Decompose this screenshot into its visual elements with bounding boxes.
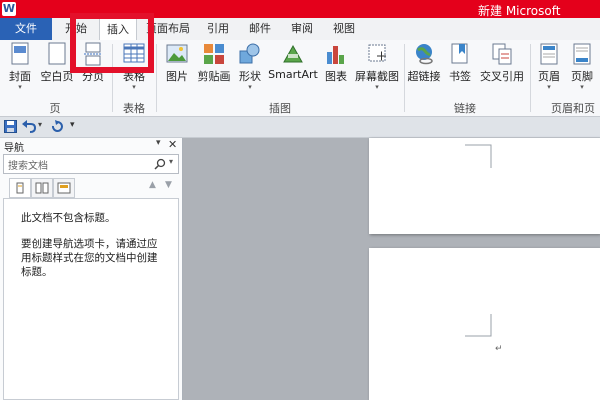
clipart-button[interactable]: 剪贴画 — [194, 42, 234, 84]
nav-pane-title: 导航 — [4, 143, 24, 154]
pages-thumbnail-icon — [35, 182, 49, 194]
cross-reference-button[interactable]: 交叉引用 — [478, 42, 526, 84]
margin-corner-mark — [465, 314, 492, 337]
bookmark-label: 书签 — [449, 70, 471, 83]
group-separator — [156, 44, 157, 112]
nav-help-text: 要创建导航选项卡，请通过应用标题样式在您的文档中创建标题。 — [21, 238, 158, 278]
dropdown-arrow-icon: ▾ — [375, 83, 379, 91]
shapes-button[interactable]: 形状 ▾ — [236, 42, 264, 91]
screenshot-button[interactable]: 屏幕截图 ▾ — [352, 42, 402, 91]
word-app-icon[interactable]: W — [2, 2, 16, 16]
bookmark-icon — [451, 43, 468, 64]
cover-page-icon — [11, 42, 29, 65]
tab-references[interactable]: 引用 — [200, 18, 236, 40]
undo-dropdown-icon[interactable]: ▾ — [38, 120, 42, 129]
highlight-annotation — [70, 13, 154, 73]
hyperlink-label: 超链接 — [407, 70, 441, 83]
smartart-button[interactable]: SmartArt — [266, 42, 320, 81]
tab-file[interactable]: 文件 — [0, 18, 52, 40]
group-separator — [404, 44, 405, 112]
next-result-icon[interactable]: ▼ — [165, 180, 172, 190]
paragraph-mark-icon: ↵ — [495, 344, 503, 354]
nav-pane-menu-icon[interactable]: ▾ — [156, 138, 161, 148]
browse-pages-tab[interactable] — [31, 178, 53, 198]
group-label-pages: 页 — [49, 102, 61, 115]
header-icon — [540, 43, 558, 65]
blank-page-icon — [48, 42, 66, 65]
bookmark-button[interactable]: 书签 — [445, 42, 475, 84]
quick-access-toolbar: ▾ ▾ — [0, 117, 600, 138]
header-label: 页眉 — [538, 70, 560, 83]
group-label-links: 链接 — [454, 102, 476, 115]
chart-icon — [327, 46, 344, 64]
screenshot-icon — [368, 44, 386, 62]
previous-result-icon[interactable]: ▲ — [149, 180, 156, 190]
cross-reference-icon — [492, 43, 512, 65]
tab-mailings[interactable]: 邮件 — [242, 18, 278, 40]
hyperlink-button[interactable]: 超链接 — [407, 42, 441, 84]
browse-results-tab[interactable] — [53, 178, 75, 198]
search-box[interactable]: 搜索文档 ▾ — [3, 154, 179, 174]
tab-view[interactable]: 视图 — [326, 18, 362, 40]
close-icon[interactable]: ✕ — [168, 138, 177, 151]
shapes-label: 形状 — [239, 70, 261, 83]
shapes-icon — [239, 43, 260, 64]
browse-headings-tab[interactable] — [9, 178, 31, 198]
footer-button[interactable]: 页脚 ▾ — [566, 42, 598, 91]
navigation-pane: 导航 ▾ ✕ 搜索文档 ▾ ▲ ▼ 此文档不包含标题。 要创建导航选项卡，请通过… — [0, 138, 183, 400]
tab-review[interactable]: 审阅 — [284, 18, 320, 40]
group-label-illustrations: 插图 — [269, 102, 291, 115]
window-title: 新建 Microsoft — [478, 4, 561, 18]
customize-toolbar-icon[interactable]: ▾ — [70, 120, 75, 130]
dropdown-arrow-icon: ▾ — [547, 83, 551, 91]
search-icon[interactable] — [154, 158, 166, 170]
search-placeholder: 搜索文档 — [8, 161, 48, 172]
group-separator — [530, 44, 531, 112]
redo-icon[interactable] — [50, 120, 63, 133]
screenshot-label: 屏幕截图 — [355, 70, 399, 83]
chart-button[interactable]: 图表 — [322, 42, 350, 84]
nav-pane-content: 此文档不包含标题。 要创建导航选项卡，请通过应用标题样式在您的文档中创建标题。 — [3, 198, 179, 400]
clipart-icon — [204, 44, 224, 64]
cross-reference-label: 交叉引用 — [480, 70, 524, 83]
cover-page-label: 封面 — [9, 70, 31, 83]
smartart-label: SmartArt — [268, 68, 318, 81]
document-area: ↵ — [183, 138, 600, 400]
clipart-label: 剪贴画 — [197, 70, 231, 83]
picture-label: 图片 — [166, 70, 188, 83]
picture-icon — [166, 44, 188, 63]
nav-view-tabs: ▲ ▼ — [3, 178, 179, 198]
cover-page-button[interactable]: 封面 ▾ — [4, 42, 36, 91]
dropdown-arrow-icon: ▾ — [248, 83, 252, 91]
search-results-icon — [57, 182, 71, 194]
header-button[interactable]: 页眉 ▾ — [535, 42, 563, 91]
dropdown-arrow-icon: ▾ — [132, 83, 136, 91]
no-headings-message: 此文档不包含标题。 — [21, 212, 116, 224]
group-label-header-footer: 页眉和页 — [551, 102, 595, 115]
search-options-icon[interactable]: ▾ — [169, 157, 173, 166]
chart-label: 图表 — [325, 70, 347, 83]
group-label-tables: 表格 — [123, 102, 145, 115]
document-page[interactable]: ↵ — [369, 248, 600, 400]
footer-icon — [573, 43, 591, 65]
undo-icon[interactable] — [22, 120, 36, 133]
smartart-icon — [283, 44, 303, 63]
footer-label: 页脚 — [571, 70, 593, 83]
hyperlink-globe-icon — [416, 44, 433, 65]
picture-button[interactable]: 图片 — [162, 42, 192, 84]
dropdown-arrow-icon: ▾ — [580, 83, 584, 91]
nav-pane-header: 导航 ▾ ✕ — [0, 138, 182, 154]
save-icon[interactable] — [4, 120, 17, 133]
headings-icon — [16, 182, 24, 194]
document-page[interactable] — [369, 138, 600, 234]
margin-corner-mark — [465, 144, 492, 168]
dropdown-arrow-icon: ▾ — [18, 83, 22, 91]
